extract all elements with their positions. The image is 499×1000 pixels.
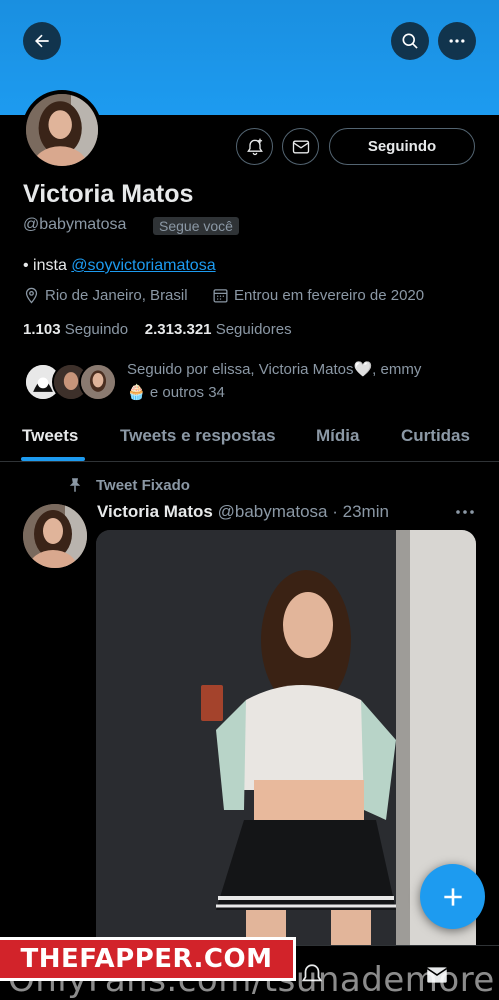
tweet-time: · 23min bbox=[332, 502, 389, 521]
following-label: Seguindo bbox=[64, 321, 129, 338]
calendar-icon bbox=[213, 289, 228, 303]
tweet-avatar-photo bbox=[23, 504, 87, 568]
follow-counts: 1.103 Seguindo 2.313.321 Seguidores bbox=[23, 321, 292, 338]
tab-tweets[interactable]: Tweets bbox=[22, 426, 78, 446]
search-button[interactable] bbox=[391, 22, 429, 60]
tweet-photo-illustration bbox=[96, 530, 476, 950]
pin-icon bbox=[69, 478, 81, 492]
follower-avatar-photo bbox=[81, 365, 115, 399]
search-icon bbox=[402, 33, 418, 49]
avatar-photo bbox=[26, 94, 98, 166]
bio-instagram-link[interactable]: @soyvictoriamatosa bbox=[71, 257, 215, 274]
profile-avatar[interactable] bbox=[22, 90, 102, 170]
site-watermark: THEFAPPER.COM bbox=[0, 937, 296, 981]
followers-count: 2.313.321 bbox=[144, 321, 212, 338]
joined-text: Entrou em fevereiro de 2020 bbox=[234, 287, 425, 304]
following-link[interactable]: 1.103 Seguindo bbox=[23, 321, 128, 338]
follower-avatar[interactable] bbox=[79, 363, 117, 401]
back-button[interactable] bbox=[23, 22, 61, 60]
tabs-divider bbox=[0, 461, 499, 462]
profile-handle: @babymatosa bbox=[23, 216, 127, 233]
tab-tweets-and-replies[interactable]: Tweets e respostas bbox=[120, 426, 276, 446]
notifications-bell-button[interactable] bbox=[236, 128, 273, 165]
profile-name: Victoria Matos bbox=[23, 180, 194, 208]
profile-location: Rio de Janeiro, Brasil bbox=[23, 287, 188, 304]
tweet-header: Victoria Matos @babymatosa · 23min bbox=[97, 502, 389, 522]
pinned-tweet-label: Tweet Fixado bbox=[66, 476, 190, 494]
plus-icon bbox=[443, 887, 462, 906]
followed-by-line: 🧁 e outros 34 bbox=[127, 384, 225, 401]
bell-plus-icon bbox=[246, 138, 263, 155]
more-horizontal-icon bbox=[449, 39, 465, 43]
location-pin-icon bbox=[25, 287, 38, 304]
arrow-left-icon bbox=[35, 34, 49, 48]
more-options-button[interactable] bbox=[438, 22, 476, 60]
message-button[interactable] bbox=[282, 128, 319, 165]
profile-bio: • insta @soyvictoriamatosa bbox=[23, 257, 216, 275]
tweet-media-image[interactable] bbox=[96, 530, 476, 950]
tweet-author-avatar[interactable] bbox=[23, 504, 87, 568]
tab-likes[interactable]: Curtidas bbox=[401, 426, 470, 446]
follows-you-badge: Segue você bbox=[153, 217, 239, 235]
bio-text: • insta bbox=[23, 257, 72, 274]
followed-by-line: Seguido por elissa, Victoria Matos🤍, emm… bbox=[127, 361, 422, 378]
tweet-author-name[interactable]: Victoria Matos bbox=[97, 502, 213, 521]
tweet-author-handle[interactable]: @babymatosa bbox=[218, 502, 328, 521]
followers-label: Seguidores bbox=[215, 321, 292, 338]
followed-by-text[interactable]: Seguido por elissa, Victoria Matos🤍, emm… bbox=[127, 358, 472, 404]
compose-tweet-button[interactable] bbox=[420, 864, 485, 929]
tweet-more-icon[interactable] bbox=[454, 504, 476, 520]
following-count: 1.103 bbox=[23, 321, 61, 338]
following-button[interactable]: Seguindo bbox=[329, 128, 475, 165]
location-text: Rio de Janeiro, Brasil bbox=[45, 287, 188, 304]
profile-joined: Entrou em fevereiro de 2020 bbox=[212, 287, 424, 304]
envelope-icon bbox=[292, 140, 309, 153]
tab-media[interactable]: Mídia bbox=[316, 426, 359, 446]
followers-link[interactable]: 2.313.321 Seguidores bbox=[145, 321, 292, 338]
pinned-text: Tweet Fixado bbox=[96, 476, 190, 494]
